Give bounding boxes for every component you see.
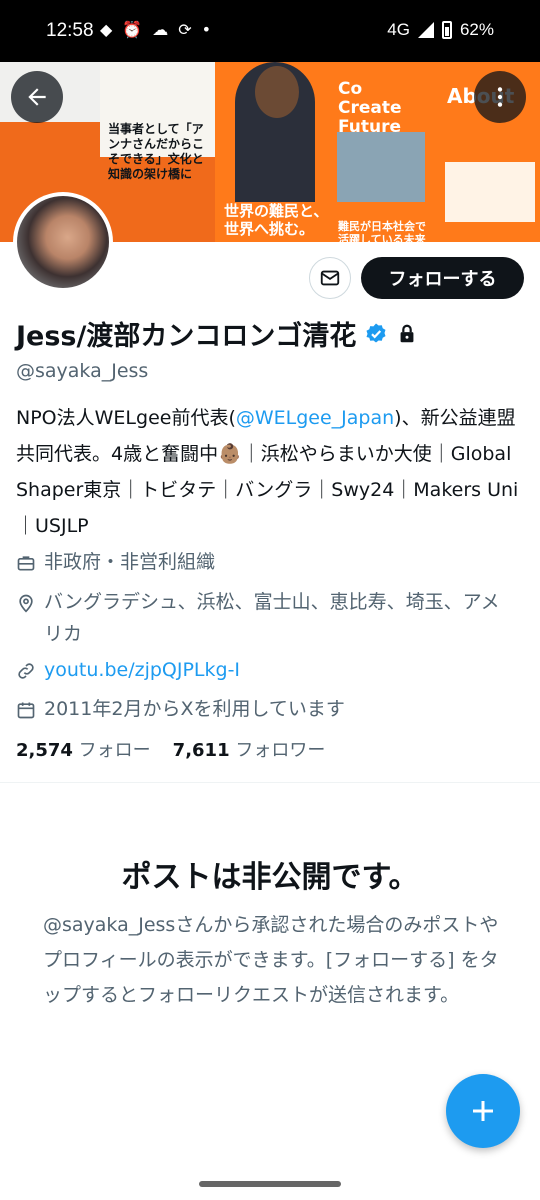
display-name: Jess/渡部カンコロンゴ清花	[16, 321, 357, 352]
follow-counts: 2,574 フォロー 7,611 フォロワー	[16, 736, 325, 762]
avatar-image	[17, 196, 109, 288]
location-pin-icon	[19, 594, 33, 613]
more-options-button[interactable]	[474, 71, 526, 123]
bio-mention-link[interactable]: @WELgee_Japan	[236, 407, 394, 429]
more-vertical-icon	[497, 87, 503, 107]
category-text: 非政府・非営利組織	[44, 551, 216, 573]
cloud-icon: ☁	[152, 20, 169, 39]
divider	[0, 782, 540, 783]
name-row: Jess/渡部カンコロンゴ清花	[16, 314, 418, 353]
banner-text: Co Create Future	[338, 79, 402, 137]
calendar-icon	[17, 702, 35, 719]
followers-count[interactable]: 7,611 フォロワー	[173, 736, 326, 762]
battery-percent: 62%	[459, 20, 494, 39]
follow-button[interactable]: フォローする	[361, 257, 524, 299]
status-dot: •	[201, 20, 212, 39]
plus-icon	[473, 1101, 493, 1121]
private-notice-title: ポストは非公開です。	[121, 860, 419, 895]
handle: @sayaka_Jess	[16, 360, 149, 382]
verified-badge-icon[interactable]	[364, 322, 388, 346]
banner-text: 難民が日本社会で活躍している未来へ	[338, 220, 426, 242]
banner-text: 当事者として「アンナさんだからこそできる」文化と知識の架け橋に	[108, 122, 205, 181]
following-count[interactable]: 2,574 フォロー	[16, 736, 151, 762]
link-icon	[18, 663, 34, 679]
notification-icons: ◆ ⏰ ☁ ⟳ •	[100, 20, 211, 40]
followers-label: フォロワー	[235, 740, 326, 761]
status-right: 4G 62%	[387, 20, 494, 40]
sync-icon: ⟳	[178, 20, 192, 39]
location-text: バングラデシュ、浜松、富士山、恵比寿、埼玉、アメリカ	[44, 591, 500, 645]
bio: NPO法人WELgee前代表(@WELgee_Japan)、新公益連盟共同代表。…	[16, 400, 526, 544]
compose-button[interactable]	[446, 1074, 520, 1148]
app-icon: ◆	[100, 20, 113, 39]
network-type: 4G	[387, 20, 410, 39]
following-number: 2,574	[16, 740, 73, 761]
profile-link: youtu.be/zjpQJPLkg-I	[16, 654, 514, 686]
private-notice-description: @sayaka_Jessさんから承認された場合のみポストやプロフィールの表示がで…	[43, 914, 499, 1006]
followers-number: 7,611	[172, 740, 230, 761]
status-bar: 12:58 ◆ ⏰ ☁ ⟳ • 4G 62%	[0, 0, 540, 62]
website-link[interactable]: youtu.be/zjpQJPLkg-I	[44, 654, 514, 686]
briefcase-icon	[17, 556, 35, 571]
banner-text: 世界の難民と、世界へ挑む。	[224, 202, 329, 238]
alarm-icon: ⏰	[122, 20, 143, 39]
joined-text: 2011年2月からXを利用しています	[44, 698, 345, 720]
profile-category: 非政府・非営利組織	[16, 546, 514, 578]
battery-icon	[441, 21, 452, 39]
bio-text: NPO法人WELgee前代表(	[16, 407, 236, 429]
message-button[interactable]	[309, 257, 351, 299]
lock-icon	[400, 324, 414, 342]
home-indicator[interactable]	[199, 1181, 341, 1187]
status-time: 12:58	[46, 20, 94, 41]
back-arrow-icon	[28, 88, 46, 106]
following-label: フォロー	[78, 740, 151, 761]
mail-icon	[320, 270, 340, 286]
back-button[interactable]	[11, 71, 63, 123]
signal-icon	[417, 22, 434, 38]
profile-location: バングラデシュ、浜松、富士山、恵比寿、埼玉、アメリカ	[16, 586, 514, 650]
avatar[interactable]	[13, 192, 113, 292]
profile-joined: 2011年2月からXを利用しています	[16, 693, 514, 725]
